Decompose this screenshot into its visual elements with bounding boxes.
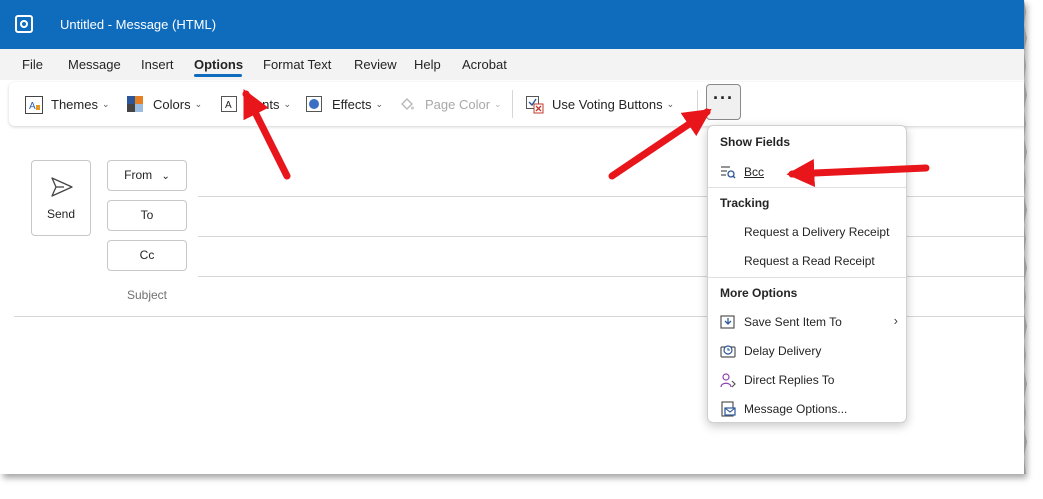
paint-bucket-icon	[399, 96, 415, 112]
effects-label: Effects	[332, 96, 372, 112]
more-commands-button[interactable]: ···	[706, 84, 741, 120]
tab-file[interactable]: File	[22, 57, 43, 72]
tab-message[interactable]: Message	[68, 57, 121, 72]
chevron-down-icon: ⌄	[666, 98, 675, 109]
fonts-icon: A	[221, 96, 237, 112]
save-sent-item-to-item[interactable]: Save Sent Item To ›	[708, 309, 906, 335]
chevron-down-icon: ⌄	[194, 98, 203, 109]
menu-separator	[708, 187, 906, 188]
tab-help[interactable]: Help	[414, 57, 441, 72]
subject-label: Subject	[126, 288, 168, 302]
svg-text:A: A	[29, 101, 36, 112]
colors-button[interactable]: Colors ⌄	[127, 94, 202, 114]
more-commands-menu: Show Fields Bcc Tracking Request a Deliv…	[707, 125, 907, 423]
direct-replies-label: Direct Replies To	[744, 373, 835, 387]
send-icon	[51, 177, 73, 197]
message-options-label: Message Options...	[744, 402, 848, 416]
colors-icon	[127, 96, 143, 112]
delay-delivery-label: Delay Delivery	[744, 344, 822, 358]
cc-button[interactable]: Cc	[107, 240, 187, 271]
more-options-header: More Options	[720, 286, 798, 300]
direct-replies-icon	[720, 372, 736, 388]
chevron-down-icon: ⌄	[375, 98, 384, 109]
bcc-label: Bcc	[744, 165, 765, 179]
tab-options[interactable]: Options	[194, 57, 243, 72]
to-button[interactable]: To	[107, 200, 187, 231]
tab-insert[interactable]: Insert	[141, 57, 174, 72]
active-tab-indicator	[194, 74, 242, 77]
request-delivery-receipt-label: Request a Delivery Receipt	[744, 225, 890, 239]
request-read-receipt-item[interactable]: Request a Read Receipt	[708, 248, 906, 274]
fonts-button[interactable]: A Fonts ⌄	[221, 94, 291, 114]
effects-button[interactable]: Effects ⌄	[306, 94, 383, 114]
ribbon: A Themes ⌄ Colors ⌄ A Fonts ⌄ Effects ⌄	[9, 82, 1024, 126]
send-button[interactable]: Send	[31, 160, 91, 236]
window-title: Untitled - Message (HTML)	[60, 17, 217, 32]
menu-separator	[708, 277, 906, 278]
request-delivery-receipt-item[interactable]: Request a Delivery Receipt	[708, 219, 906, 245]
outlook-app-icon	[15, 15, 33, 33]
send-label: Send	[46, 207, 76, 221]
title-bar: Untitled - Message (HTML)	[0, 0, 1024, 49]
show-fields-header: Show Fields	[720, 135, 791, 149]
tracking-header: Tracking	[720, 196, 770, 210]
from-label: From	[124, 168, 153, 182]
themes-icon: A	[25, 96, 43, 114]
tab-format-text[interactable]: Format Text	[263, 57, 331, 72]
voting-buttons-icon	[526, 96, 544, 114]
themes-label: Themes	[51, 96, 98, 112]
fonts-label: Fonts	[247, 96, 280, 112]
direct-replies-to-item[interactable]: Direct Replies To	[708, 367, 906, 393]
from-button[interactable]: From ⌄	[107, 160, 187, 191]
save-sent-item-icon	[720, 314, 736, 330]
tab-acrobat[interactable]: Acrobat	[462, 57, 507, 72]
message-options-icon	[720, 401, 736, 417]
themes-button[interactable]: A Themes ⌄	[25, 94, 110, 114]
effects-icon	[306, 96, 322, 112]
chevron-down-icon: ⌄	[101, 98, 110, 109]
chevron-down-icon: ⌄	[494, 98, 502, 109]
delay-delivery-item[interactable]: Delay Delivery	[708, 338, 906, 364]
ribbon-separator	[697, 90, 698, 118]
request-read-receipt-label: Request a Read Receipt	[744, 254, 875, 268]
page-color-label: Page Color	[425, 96, 491, 112]
torn-edge-decoration	[1024, 0, 1027, 474]
chevron-right-icon: ›	[893, 313, 898, 328]
menu-bar: File Message Insert Options Format Text …	[0, 49, 1024, 80]
use-voting-buttons-button[interactable]: Use Voting Buttons ⌄	[526, 94, 674, 114]
chevron-down-icon: ⌄	[161, 171, 170, 182]
delay-delivery-icon	[720, 343, 736, 359]
ribbon-separator	[512, 90, 513, 118]
colors-label: Colors	[153, 96, 191, 112]
bcc-menu-item[interactable]: Bcc	[708, 159, 906, 185]
page-color-button[interactable]: Page Color ⌄	[399, 94, 502, 114]
save-sent-item-label: Save Sent Item To	[744, 315, 842, 329]
chevron-down-icon: ⌄	[283, 98, 292, 109]
bcc-icon	[720, 164, 736, 180]
use-voting-buttons-label: Use Voting Buttons	[552, 96, 663, 112]
svg-text:A: A	[225, 100, 232, 111]
message-options-item[interactable]: Message Options...	[708, 396, 906, 422]
tab-review[interactable]: Review	[354, 57, 397, 72]
outlook-compose-window: Untitled - Message (HTML) File Message I…	[0, 0, 1024, 474]
